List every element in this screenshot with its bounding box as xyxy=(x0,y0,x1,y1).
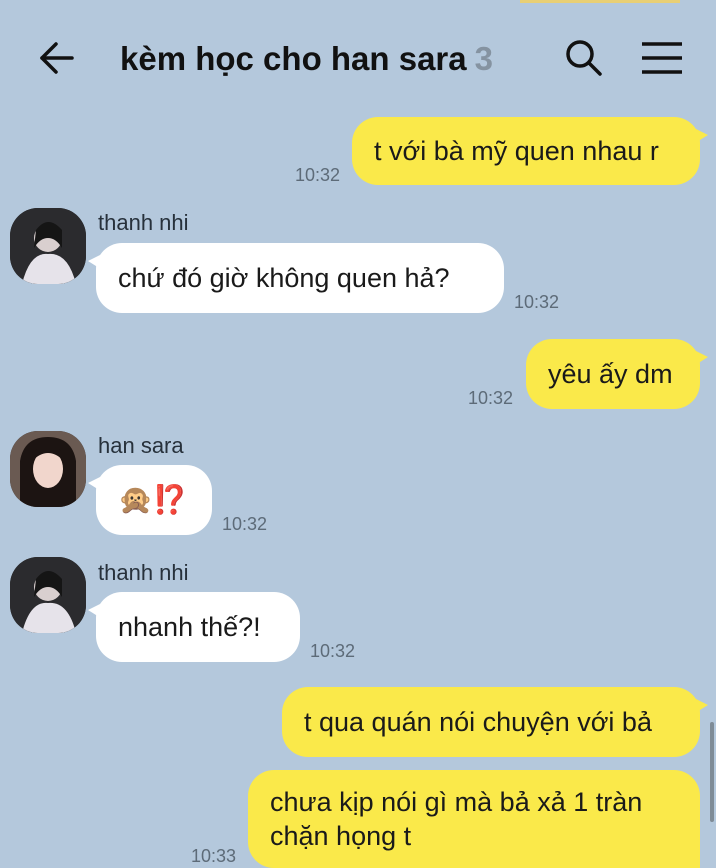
avatar-thanh-nhi[interactable] xyxy=(10,557,86,633)
their-message-bubble[interactable]: 🙊⁉️ xyxy=(88,465,212,535)
profile-photo-icon xyxy=(10,557,86,633)
message-text: chứ đó giờ không quen hả? xyxy=(118,263,450,293)
chat-header: kèm học cho han sara 3 xyxy=(0,0,716,118)
their-message-bubble[interactable]: chứ đó giờ không quen hả? xyxy=(88,243,504,313)
search-button[interactable] xyxy=(562,36,606,80)
message-text: nhanh thế?! xyxy=(118,612,261,642)
message-text-line-1: chưa kịp nói gì mà bả xả 1 tràn xyxy=(270,787,643,817)
my-message-bubble[interactable]: chưa kịp nói gì mà bả xả 1 tràn chặn họn… xyxy=(248,770,700,868)
message-time: 10:32 xyxy=(468,388,514,408)
message-time: 10:33 xyxy=(191,846,237,866)
my-message-bubble[interactable]: t qua quán nói chuyện với bả xyxy=(282,687,708,757)
my-message-bubble[interactable]: t với bà mỹ quen nhau r xyxy=(352,117,708,185)
message-time: 10:32 xyxy=(514,292,560,312)
avatar-han-sara[interactable] xyxy=(10,431,86,507)
avatar-thanh-nhi[interactable] xyxy=(10,208,86,284)
my-message-bubble[interactable]: yêu ấy dm xyxy=(526,339,708,409)
chat-title-text: kèm học cho han sara xyxy=(120,40,467,77)
hamburger-menu-icon xyxy=(642,42,682,74)
message-text: t với bà mỹ quen nhau r xyxy=(374,136,659,166)
message-text-line-2: chặn họng t xyxy=(270,821,412,851)
message-time: 10:32 xyxy=(295,165,341,185)
sender-name: han sara xyxy=(98,433,184,458)
back-button[interactable] xyxy=(36,38,76,78)
sender-name: thanh nhi xyxy=(98,210,189,235)
arrow-left-icon xyxy=(40,42,74,74)
message-text: yêu ấy dm xyxy=(548,359,673,389)
profile-photo-icon xyxy=(10,208,86,284)
their-message-bubble[interactable]: nhanh thế?! xyxy=(88,592,300,662)
member-count: 3 xyxy=(474,40,493,77)
profile-photo-icon xyxy=(10,431,86,507)
chat-title: kèm học cho han sara 3 xyxy=(120,38,493,80)
message-text: t qua quán nói chuyện với bả xyxy=(304,707,652,737)
message-time: 10:32 xyxy=(310,641,356,661)
menu-button[interactable] xyxy=(640,38,684,78)
search-icon xyxy=(566,40,602,76)
sender-name: thanh nhi xyxy=(98,560,189,585)
message-text: 🙊⁉️ xyxy=(118,484,188,515)
message-time: 10:32 xyxy=(222,514,268,534)
scrollbar[interactable] xyxy=(710,722,714,822)
